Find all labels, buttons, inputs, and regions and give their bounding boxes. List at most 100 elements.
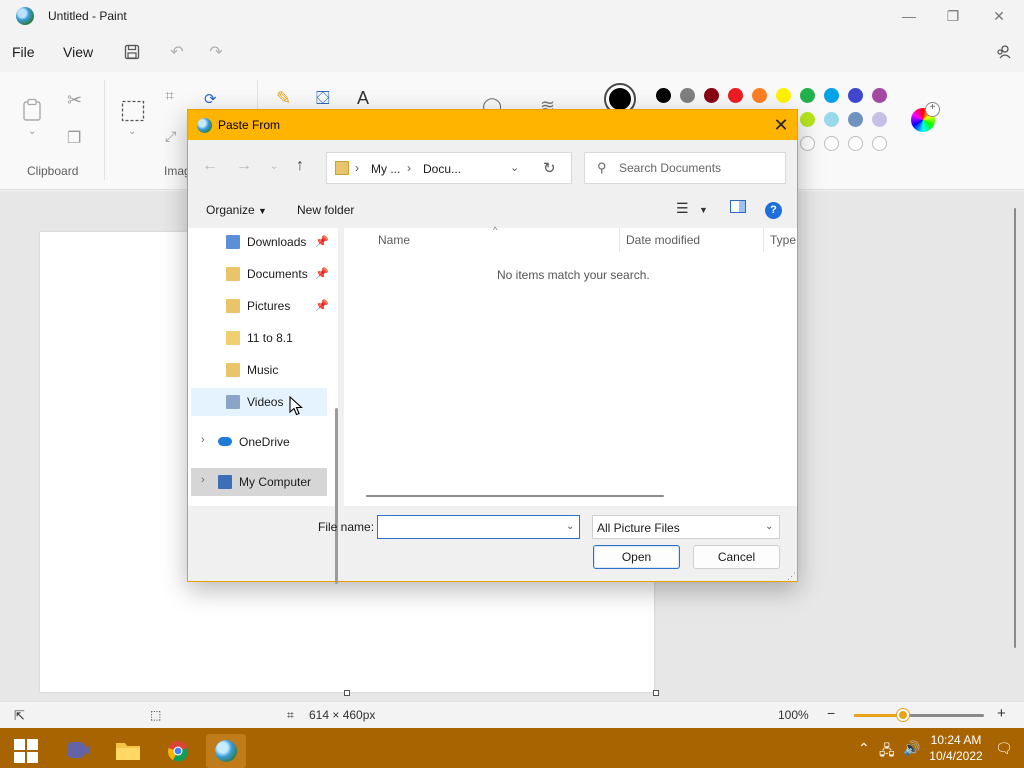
nav-pane-scrollbar[interactable]	[335, 408, 338, 584]
paste-dropdown-icon[interactable]: ⌄	[28, 126, 36, 137]
view-options-icon[interactable]: ☰	[676, 200, 689, 217]
address-dropdown-icon[interactable]: ⌄	[510, 161, 519, 174]
canvas-resize-handle[interactable]	[653, 690, 659, 696]
close-window-button[interactable]: ✕	[976, 0, 1022, 32]
empty-color-slot[interactable]	[824, 136, 839, 151]
canvas-resize-handle[interactable]	[344, 690, 350, 696]
expand-chevron-icon[interactable]: ›	[201, 474, 205, 486]
dialog-close-button[interactable]: ✕	[766, 113, 796, 137]
cancel-button[interactable]: Cancel	[693, 545, 780, 569]
minimize-button[interactable]: —	[886, 0, 932, 32]
account-icon[interactable]	[994, 42, 1014, 62]
nav-item-documents[interactable]: Documents 📌	[191, 260, 329, 288]
search-input[interactable]	[619, 159, 779, 177]
paint-taskbar-icon[interactable]	[206, 734, 246, 768]
select-dropdown-icon[interactable]: ⌄	[128, 126, 136, 137]
breadcrumb-documents[interactable]: Docu...	[423, 162, 461, 176]
teams-chat-icon[interactable]	[58, 734, 98, 768]
undo-icon[interactable]: ↶	[167, 42, 187, 62]
network-icon[interactable]: 🖧	[879, 740, 895, 764]
color-swatch[interactable]	[752, 88, 767, 103]
new-folder-button[interactable]: New folder	[297, 203, 354, 217]
edit-colors-icon[interactable]	[911, 102, 940, 132]
color-swatch[interactable]	[800, 88, 815, 103]
column-divider[interactable]	[619, 228, 620, 252]
pencil-icon[interactable]: ✎	[276, 88, 291, 109]
column-divider[interactable]	[763, 228, 764, 252]
resize-grip-icon[interactable]: ⋰	[787, 571, 796, 582]
up-arrow-icon[interactable]: ↑	[296, 157, 304, 175]
notifications-icon[interactable]: 🗨	[995, 740, 1013, 757]
nav-item-11-to-8-1[interactable]: 11 to 8.1	[191, 324, 327, 352]
redo-icon[interactable]: ↷	[206, 42, 226, 62]
preview-pane-icon[interactable]	[730, 200, 746, 216]
file-name-dropdown-icon[interactable]: ⌄	[566, 521, 574, 532]
file-name-combobox[interactable]: ⌄	[377, 515, 580, 539]
nav-item-my-computer[interactable]: › My Computer	[191, 468, 327, 496]
show-hidden-icons-chevron[interactable]: ⌃	[858, 740, 870, 757]
start-button[interactable]	[6, 734, 46, 768]
empty-color-slot[interactable]	[800, 136, 815, 151]
refresh-icon[interactable]: ↻	[543, 159, 556, 177]
paste-icon[interactable]	[22, 98, 42, 127]
view-dropdown-icon[interactable]: ▼	[699, 205, 708, 215]
zoom-slider-thumb[interactable]	[897, 709, 910, 721]
color-swatch[interactable]	[872, 112, 887, 127]
file-type-select[interactable]: All Picture Files ⌄	[592, 515, 780, 539]
color-swatch[interactable]	[872, 88, 887, 103]
select-icon[interactable]	[121, 100, 145, 127]
color-swatch[interactable]	[704, 88, 719, 103]
help-icon[interactable]: ?	[765, 202, 782, 219]
crop-icon[interactable]: ⌗	[165, 88, 174, 106]
menu-file[interactable]: File	[12, 44, 35, 60]
volume-icon[interactable]: 🔊	[903, 740, 920, 757]
column-header-type[interactable]: Type	[770, 233, 796, 247]
breadcrumb-my-computer[interactable]: My ...	[371, 162, 400, 176]
column-header-date-modified[interactable]: Date modified	[626, 233, 700, 247]
zoom-out-icon[interactable]: −	[827, 705, 835, 721]
nav-item-downloads[interactable]: Downloads 📌	[191, 228, 329, 256]
clock[interactable]: 10:24 AM 10/4/2022	[926, 732, 986, 764]
color-swatch[interactable]	[656, 88, 671, 103]
resize-icon[interactable]: ⤢	[165, 128, 176, 145]
text-icon[interactable]: A	[357, 88, 369, 109]
open-button[interactable]: Open	[593, 545, 680, 569]
color-swatch[interactable]	[848, 88, 863, 103]
nav-item-pictures[interactable]: Pictures 📌	[191, 292, 329, 320]
recent-locations-icon[interactable]: ⌄	[270, 161, 278, 172]
vertical-scrollbar[interactable]	[1014, 208, 1016, 648]
back-arrow-icon[interactable]: ←	[202, 157, 218, 175]
nav-item-label: OneDrive	[239, 435, 290, 449]
search-box[interactable]: ⚲	[584, 152, 786, 184]
file-explorer-icon[interactable]	[108, 734, 148, 768]
color-swatch[interactable]	[728, 88, 743, 103]
empty-color-slot[interactable]	[848, 136, 863, 151]
organize-button[interactable]: Organize ▼	[206, 203, 267, 217]
color-swatch[interactable]	[848, 112, 863, 127]
save-icon[interactable]	[122, 42, 142, 62]
color-swatch[interactable]	[824, 88, 839, 103]
zoom-in-icon[interactable]: +	[997, 705, 1006, 722]
address-bar[interactable]: › My ... › Docu... ⌄ ↻	[326, 152, 572, 184]
horizontal-scrollbar[interactable]	[366, 495, 664, 497]
maximize-button[interactable]: ❐	[930, 0, 976, 32]
copy-icon[interactable]: ❐	[67, 128, 81, 148]
cut-icon[interactable]: ✂	[67, 90, 82, 111]
nav-item-videos[interactable]: Videos	[191, 388, 327, 416]
column-header-name[interactable]: Name	[378, 233, 410, 247]
fill-icon[interactable]: ⛋	[316, 88, 330, 109]
zoom-level[interactable]: 100%	[778, 708, 809, 722]
rotate-icon[interactable]: ⟳	[204, 90, 217, 108]
zoom-slider[interactable]	[854, 709, 984, 721]
color-swatch[interactable]	[680, 88, 695, 103]
nav-item-onedrive[interactable]: › OneDrive	[191, 428, 327, 456]
forward-arrow-icon[interactable]: →	[236, 157, 252, 175]
menu-view[interactable]: View	[63, 44, 93, 60]
empty-color-slot[interactable]	[872, 136, 887, 151]
chrome-icon[interactable]	[158, 734, 198, 768]
color-swatch[interactable]	[776, 88, 791, 103]
color-swatch[interactable]	[800, 112, 815, 127]
expand-chevron-icon[interactable]: ›	[201, 434, 205, 446]
color-swatch[interactable]	[824, 112, 839, 127]
nav-item-music[interactable]: Music	[191, 356, 327, 384]
